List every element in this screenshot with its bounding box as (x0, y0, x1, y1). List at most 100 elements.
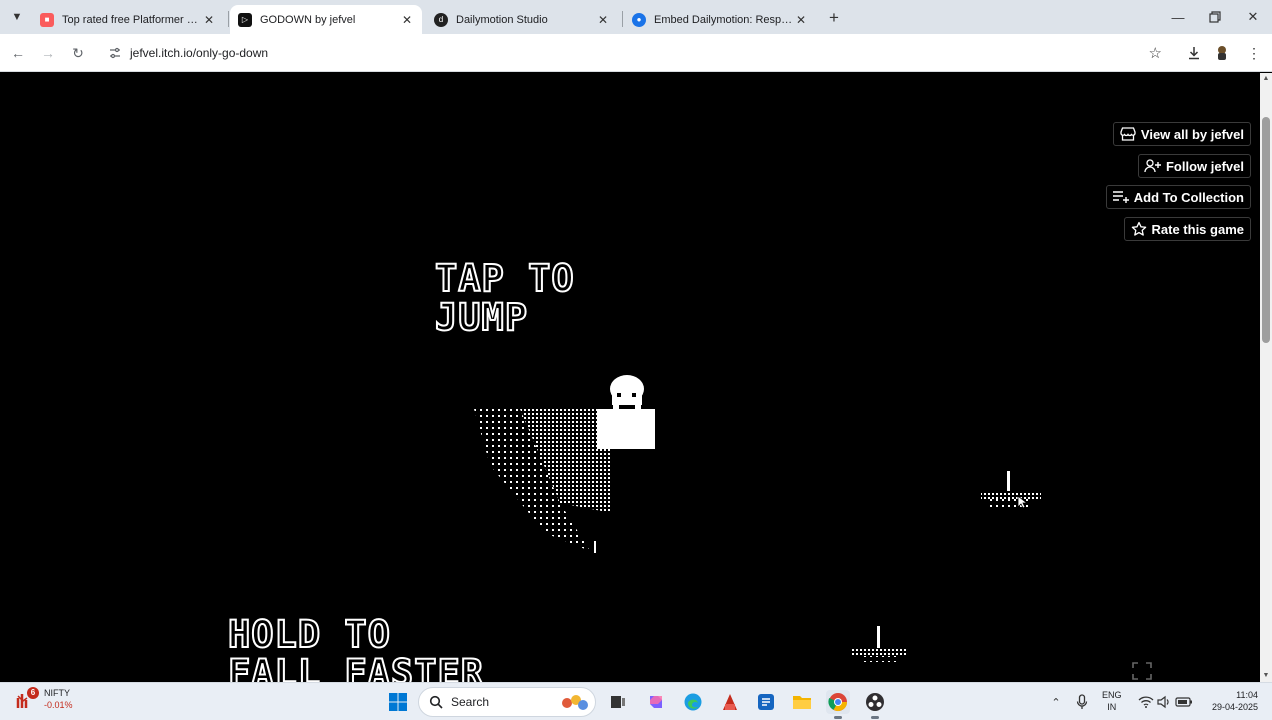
minimize-button[interactable]: — (1163, 6, 1193, 28)
tab-top-rated-platformer[interactable]: ■ Top rated free Platformer games ✕ (32, 5, 224, 34)
windows-logo-icon (389, 693, 407, 711)
chevron-down-icon: ▼ (11, 11, 23, 23)
tab-search-menu-button[interactable]: ▼ (6, 7, 28, 27)
task-view-button[interactable] (606, 690, 630, 714)
game-icon: ▷ (238, 12, 252, 27)
new-tab-button[interactable]: + (824, 8, 844, 28)
download-icon (1189, 47, 1199, 60)
game-page[interactable]: View all by jefvel Follow jefvel Add To … (0, 73, 1260, 682)
edge-button[interactable] (681, 690, 705, 714)
close-window-button[interactable]: ✕ (1238, 6, 1268, 28)
close-tab-icon[interactable]: ✕ (596, 13, 610, 27)
notification-badge: 6 (27, 687, 39, 699)
copilot-icon (650, 696, 662, 708)
game-canvas[interactable] (0, 73, 1260, 682)
tab-godown[interactable]: ▷ GODOWN by jefvel ✕ (230, 5, 422, 34)
microphone-button[interactable] (1070, 690, 1094, 714)
fullscreen-icon[interactable] (1131, 661, 1153, 681)
extension-button[interactable] (1212, 43, 1232, 63)
downloads-button[interactable] (1184, 43, 1204, 63)
more-vert-icon: ⋮ (1247, 44, 1261, 61)
nifty-label: NIFTY (44, 688, 70, 698)
floating-platform-right (981, 471, 1041, 507)
tab-title: Embed Dailymotion: Responsive (654, 13, 794, 26)
lang-code: ENG (1102, 690, 1122, 700)
microphone-icon (1076, 694, 1088, 709)
show-hidden-icons-button[interactable]: ⌃ (1044, 690, 1068, 714)
start-platform (474, 409, 655, 553)
battery-button[interactable] (1172, 690, 1196, 714)
tab-strip: ▼ ■ Top rated free Platformer games ✕ ▷ … (0, 0, 1272, 34)
copilot-button[interactable] (644, 690, 668, 714)
tab-divider (228, 11, 229, 27)
reload-button[interactable]: ↻ (68, 43, 88, 63)
arrow-left-icon: ← (11, 45, 25, 61)
scroll-up-arrow-icon[interactable]: ▲ (1262, 75, 1270, 83)
extension-icon (1218, 46, 1226, 60)
chrome-icon (828, 693, 847, 712)
chrome-button[interactable] (826, 690, 850, 714)
tab-embed-dailymotion[interactable]: ● Embed Dailymotion: Responsive ✕ (624, 5, 816, 34)
clock-time: 11:04 (1236, 690, 1258, 700)
tab-title: Dailymotion Studio (456, 13, 548, 26)
toolbar: ← → ↻ jefvel.itch.io/only-go-down ☆ ⋮ (0, 34, 1272, 72)
lang-region: IN (1107, 702, 1117, 712)
tab-title: Top rated free Platformer games (62, 13, 202, 26)
floating-platform-lower (852, 626, 906, 662)
tab-dailymotion-studio[interactable]: d Dailymotion Studio ✕ (426, 5, 618, 34)
close-tab-icon[interactable]: ✕ (794, 13, 808, 27)
page-scrollbar[interactable]: ▲ ▼ (1260, 73, 1272, 682)
start-button[interactable] (386, 690, 410, 714)
battery-icon (1175, 697, 1192, 707)
obs-running-indicator (871, 716, 879, 719)
app-red-button[interactable] (718, 690, 742, 714)
restore-button[interactable] (1200, 6, 1230, 28)
close-tab-icon[interactable]: ✕ (202, 13, 216, 27)
search-highlight-icon (562, 695, 588, 710)
windows-taskbar: 6 NIFTY -0.01% Search ⌃ ENG IN 11:04 29-… (0, 682, 1272, 720)
search-placeholder: Search (451, 695, 490, 709)
folder-icon (793, 696, 811, 709)
clock-date: 29-04-2025 (1211, 702, 1258, 712)
scroll-down-arrow-icon[interactable]: ▼ (1262, 672, 1270, 680)
scrollbar-thumb[interactable] (1262, 117, 1270, 343)
app-blue-button[interactable] (754, 690, 778, 714)
task-view-icon (611, 696, 625, 708)
chrome-page-icon: ● (632, 12, 646, 27)
reload-icon: ↻ (72, 44, 84, 61)
url-text: jefvel.itch.io/only-go-down (130, 46, 269, 60)
edge-icon (684, 693, 702, 711)
app-blue-icon (758, 694, 774, 710)
itch-io-icon: ■ (40, 12, 54, 27)
speaker-icon (1157, 695, 1169, 709)
site-info-icon[interactable] (108, 46, 122, 60)
dailymotion-icon: d (434, 12, 448, 27)
close-tab-icon[interactable]: ✕ (400, 13, 414, 27)
document-red-icon (723, 694, 737, 710)
file-explorer-button[interactable] (790, 690, 814, 714)
minimize-icon: — (1171, 9, 1185, 25)
chrome-menu-button[interactable]: ⋮ (1244, 43, 1264, 63)
obs-button[interactable] (863, 690, 887, 714)
back-button[interactable]: ← (8, 43, 28, 63)
search-icon (429, 695, 443, 709)
input-language-indicator[interactable]: ENG IN (1102, 689, 1122, 713)
taskbar-search-box[interactable]: Search (418, 687, 596, 717)
close-icon: ✕ (1247, 9, 1259, 24)
system-clock[interactable]: 11:04 29-04-2025 (1202, 689, 1258, 713)
nifty-change: -0.01% (44, 700, 73, 710)
player-character (610, 375, 644, 410)
arrow-right-icon: → (41, 45, 55, 61)
chrome-running-indicator (834, 716, 842, 719)
plus-icon: + (829, 8, 839, 27)
forward-button[interactable]: → (38, 43, 58, 63)
tab-title: GODOWN by jefvel (260, 13, 356, 26)
mouse-cursor-icon (1017, 495, 1027, 509)
address-bar[interactable]: jefvel.itch.io/only-go-down ☆ (100, 39, 1172, 67)
obs-icon (866, 693, 884, 711)
chevron-up-icon: ⌃ (1051, 696, 1061, 709)
stock-chart-icon: 6 (16, 687, 39, 710)
restore-icon (1209, 11, 1221, 23)
nifty-widget[interactable]: 6 NIFTY -0.01% (16, 687, 73, 711)
bookmark-star-icon[interactable]: ☆ (1149, 44, 1162, 62)
